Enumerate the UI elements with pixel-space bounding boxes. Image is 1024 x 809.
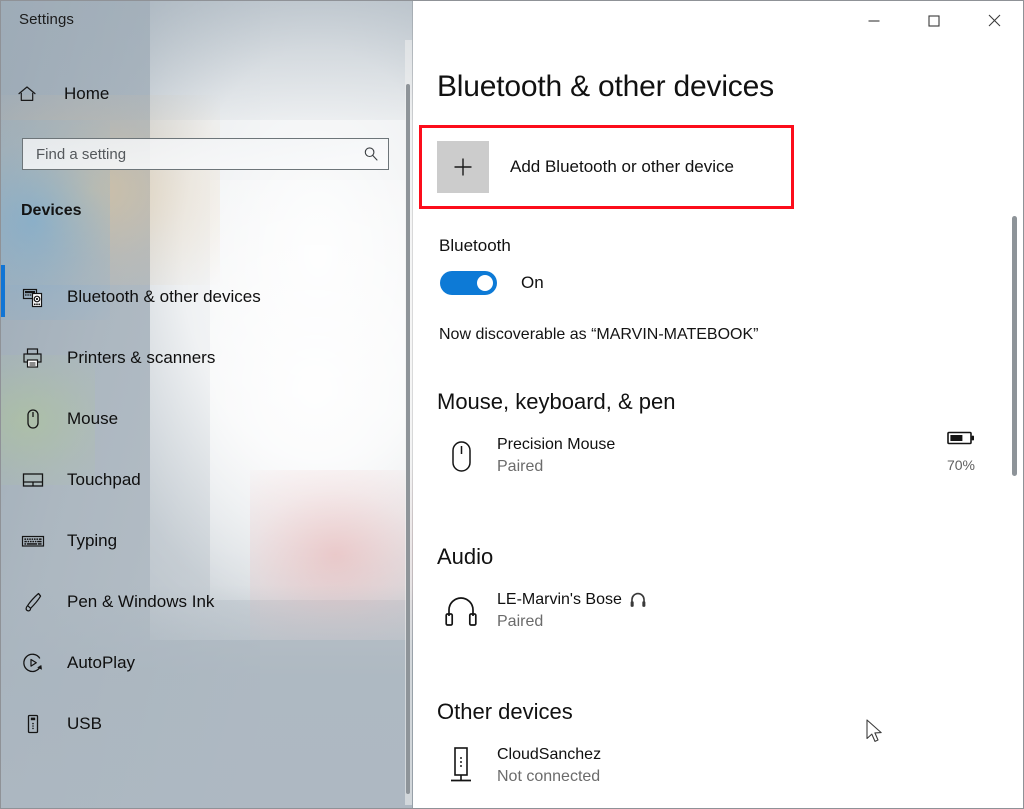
group-heading-other-devices: Other devices <box>437 699 573 724</box>
content-scrollbar[interactable] <box>1012 41 1022 809</box>
device-text: CloudSanchez Not connected <box>497 744 601 788</box>
navigation-sidebar: Settings Home Find a setting Devices Blu… <box>0 0 413 809</box>
search-icon[interactable] <box>354 145 388 163</box>
settings-window: Settings Home Find a setting Devices Blu… <box>0 0 1024 809</box>
sidebar-item-usb[interactable]: USB <box>0 693 405 754</box>
device-status: Paired <box>497 613 544 630</box>
bluetooth-devices-icon <box>21 285 55 309</box>
sidebar-item-home[interactable]: Home <box>16 78 386 110</box>
generic-device-icon <box>437 745 485 787</box>
device-status: Not connected <box>497 768 601 785</box>
sidebar-item-label: Home <box>64 84 110 103</box>
close-button[interactable] <box>964 0 1024 41</box>
maximize-icon <box>927 14 941 28</box>
device-name: CloudSanchez <box>497 746 602 763</box>
mouse-icon <box>21 407 55 431</box>
minimize-button[interactable] <box>844 0 904 41</box>
page-title: Bluetooth & other devices <box>437 70 774 103</box>
touchpad-icon <box>21 468 55 492</box>
sidebar-item-mouse[interactable]: Mouse <box>0 388 405 449</box>
bluetooth-toggle-state: On <box>521 273 544 292</box>
device-name: LE-Marvin's Bose <box>497 591 622 608</box>
headphones-device-icon <box>437 592 485 630</box>
headphones-glyph-icon <box>629 591 647 609</box>
sidebar-item-pen-windows-ink[interactable]: Pen & Windows Ink <box>0 571 405 632</box>
home-icon <box>16 83 50 105</box>
acrylic-backdrop <box>0 95 220 285</box>
sidebar-item-bluetooth-other-devices[interactable]: Bluetooth & other devices <box>0 266 405 327</box>
sidebar-item-touchpad[interactable]: Touchpad <box>0 449 405 510</box>
add-bluetooth-device-button[interactable]: Add Bluetooth or other device <box>437 141 734 193</box>
bluetooth-label: Bluetooth <box>439 236 511 255</box>
window-caption-buttons <box>844 0 1024 41</box>
bluetooth-toggle[interactable] <box>440 271 497 295</box>
plus-icon <box>437 141 489 193</box>
sidebar-item-autoplay[interactable]: AutoPlay <box>0 632 405 693</box>
add-device-label: Add Bluetooth or other device <box>510 157 734 176</box>
autoplay-icon <box>21 651 55 675</box>
sidebar-nav-list: Bluetooth & other devices Printers & sca… <box>0 266 405 754</box>
close-icon <box>987 13 1002 28</box>
sidebar-item-typing[interactable]: Typing <box>0 510 405 571</box>
content-scrollbar-thumb[interactable] <box>1012 216 1017 476</box>
usb-icon <box>21 712 55 736</box>
sidebar-item-label: Typing <box>67 530 118 550</box>
device-status: Paired <box>497 458 544 475</box>
window-title: Settings <box>19 11 74 28</box>
sidebar-scrollbar[interactable] <box>405 40 412 805</box>
sidebar-item-label: Pen & Windows Ink <box>67 591 215 611</box>
group-heading-audio: Audio <box>437 544 494 569</box>
device-row[interactable]: LE-Marvin's Bose Paired <box>437 585 997 637</box>
mouse-device-icon <box>437 436 485 476</box>
device-row[interactable]: CloudSanchez Not connected <box>437 740 997 792</box>
keyboard-icon <box>21 529 55 553</box>
sidebar-item-printers-scanners[interactable]: Printers & scanners <box>0 327 405 388</box>
search-placeholder: Find a setting <box>36 145 127 163</box>
device-text: Precision Mouse Paired <box>497 434 615 478</box>
group-heading-mouse-keyboard-pen: Mouse, keyboard, & pen <box>437 389 676 414</box>
battery-icon <box>947 430 975 451</box>
battery-status: 70% <box>933 430 989 473</box>
sidebar-item-label: Mouse <box>67 408 119 428</box>
toggle-knob <box>477 275 493 291</box>
sidebar-item-label: USB <box>67 713 102 733</box>
sidebar-item-label: Bluetooth & other devices <box>67 286 261 306</box>
main-content: Bluetooth & other devices Add Bluetooth … <box>413 0 1024 809</box>
printer-icon <box>21 346 55 370</box>
sidebar-scrollbar-thumb[interactable] <box>406 84 410 794</box>
sidebar-item-label: AutoPlay <box>67 652 136 672</box>
device-name-row: LE-Marvin's Bose <box>497 589 647 611</box>
sidebar-item-label: Touchpad <box>67 469 141 489</box>
sidebar-section-heading: Devices <box>21 202 82 219</box>
device-row[interactable]: Precision Mouse Paired <box>437 430 997 482</box>
device-name: Precision Mouse <box>497 436 616 453</box>
maximize-button[interactable] <box>904 0 964 41</box>
search-input[interactable]: Find a setting <box>22 138 389 170</box>
bluetooth-toggle-row: On <box>440 271 544 295</box>
sidebar-item-label: Printers & scanners <box>67 347 216 367</box>
battery-percent: 70% <box>946 457 976 473</box>
minimize-icon <box>867 14 881 28</box>
device-text: LE-Marvin's Bose Paired <box>497 589 647 633</box>
discoverable-text: Now discoverable as “MARVIN-MATEBOOK” <box>439 326 759 343</box>
pen-icon <box>21 590 55 614</box>
